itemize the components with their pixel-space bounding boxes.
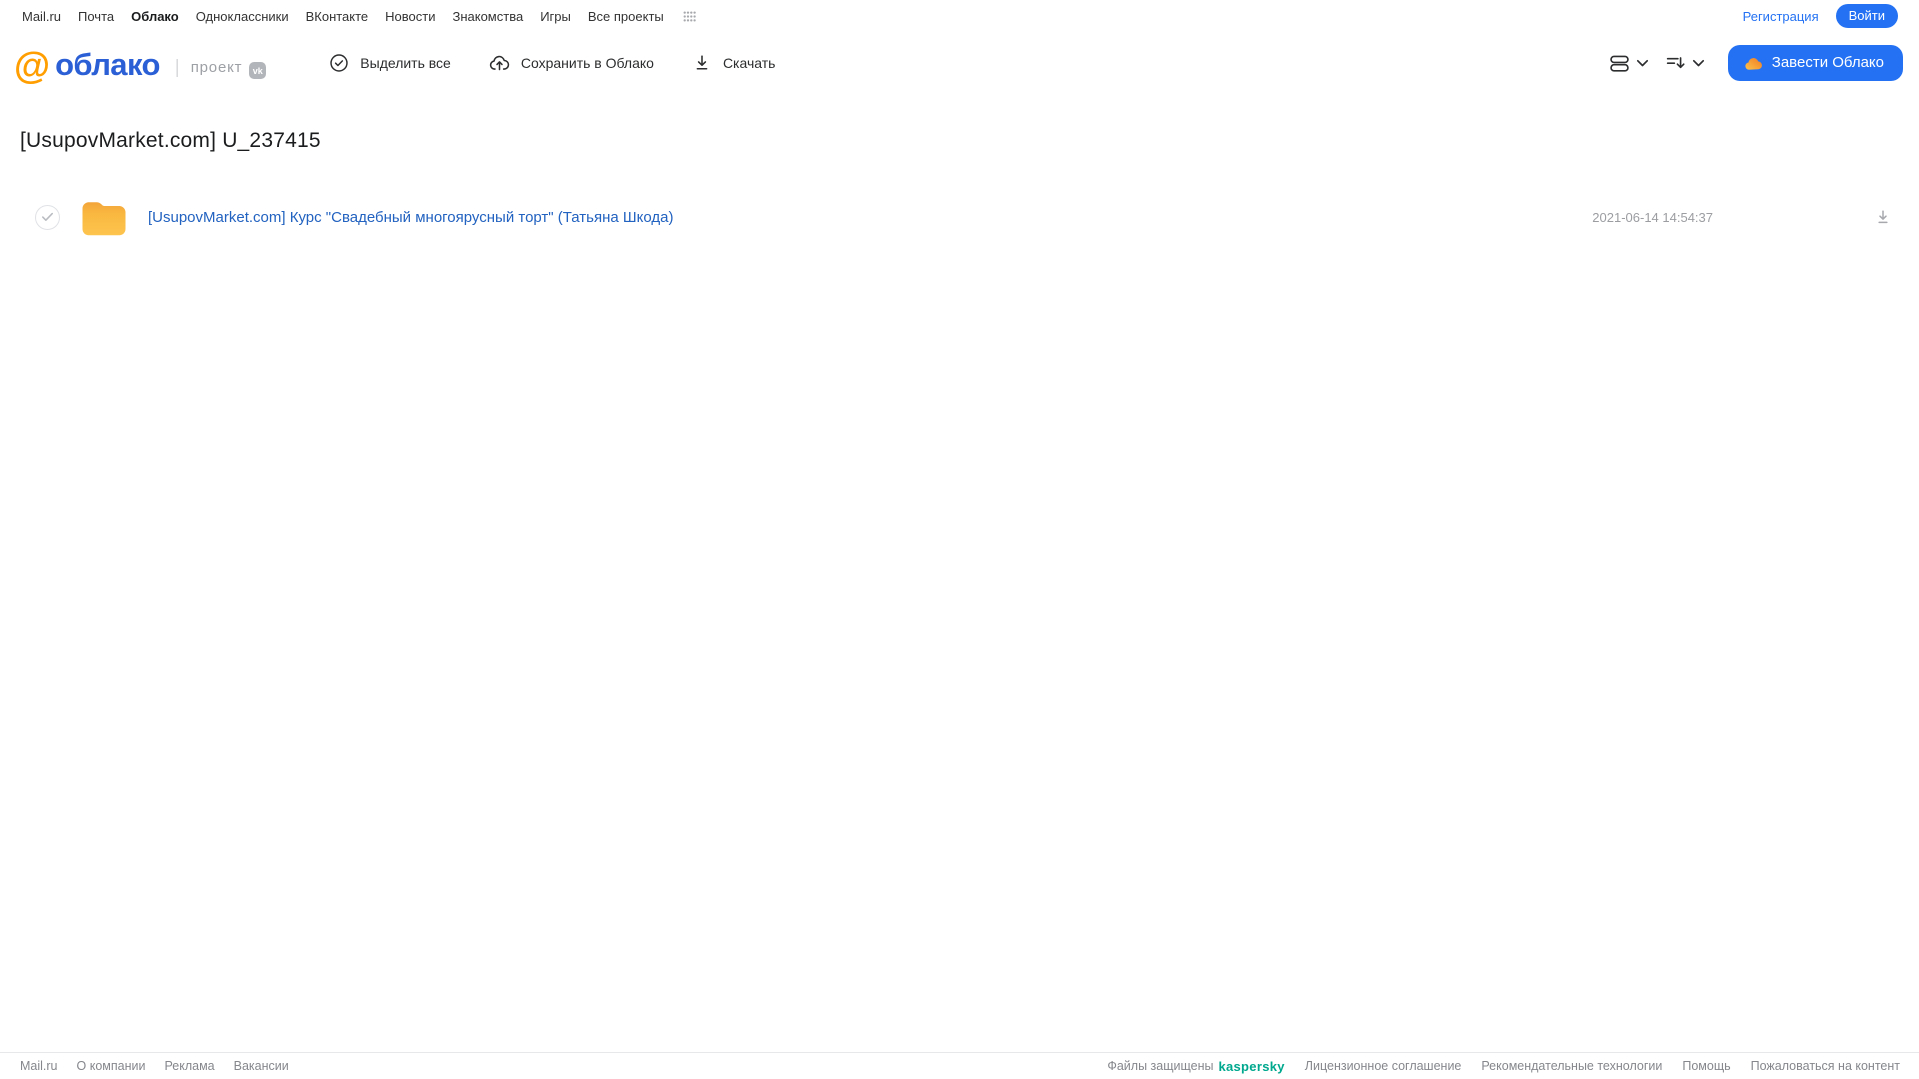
file-list: [UsupovMarket.com] Курс "Свадебный много… bbox=[0, 193, 1919, 241]
nav-vkontakte[interactable]: ВКонтакте bbox=[306, 9, 369, 24]
get-cloud-button[interactable]: Завести Облако bbox=[1727, 45, 1903, 81]
row-checkbox[interactable] bbox=[35, 204, 60, 230]
nav-mail[interactable]: Почта bbox=[78, 9, 114, 24]
footer-link-jobs[interactable]: Вакансии bbox=[234, 1059, 289, 1073]
nav-games[interactable]: Игры bbox=[540, 9, 571, 24]
main-content: [UsupovMarket.com] U_237415 [UsupovMarke… bbox=[0, 129, 1919, 241]
nav-dating[interactable]: Знакомства bbox=[452, 9, 523, 24]
footer-right-links: Файлы защищены kaspersky Лицензионное со… bbox=[1107, 1059, 1900, 1074]
file-name-link[interactable]: [UsupovMarket.com] Курс "Свадебный много… bbox=[148, 209, 673, 226]
nav-mailru[interactable]: Mail.ru bbox=[22, 9, 61, 24]
footer-link-license[interactable]: Лицензионное соглашение bbox=[1305, 1059, 1462, 1073]
footer-link-recommendations[interactable]: Рекомендательные технологии bbox=[1481, 1059, 1662, 1073]
chevron-down-icon bbox=[1636, 59, 1649, 68]
sort-icon bbox=[1664, 52, 1687, 75]
check-circle-icon bbox=[328, 52, 350, 74]
nav-odnoklassniki[interactable]: Одноклассники bbox=[196, 9, 289, 24]
save-to-cloud-label: Сохранить в Облако bbox=[520, 55, 654, 71]
download-icon bbox=[1878, 210, 1888, 224]
actions-toolbar: Выделить все Сохранить в Облако Скачать bbox=[328, 52, 775, 75]
download-button[interactable]: Скачать bbox=[691, 52, 776, 74]
cloud-logo[interactable]: @ облако | проект vk bbox=[14, 44, 267, 86]
list-view-icon bbox=[1608, 52, 1631, 75]
footer-link-report[interactable]: Пожаловаться на контент bbox=[1751, 1059, 1900, 1073]
file-row: [UsupovMarket.com] Курс "Свадебный много… bbox=[0, 193, 1919, 241]
row-download-button[interactable] bbox=[1873, 207, 1893, 227]
footer-link-ads[interactable]: Реклама bbox=[164, 1059, 214, 1073]
footer-left-links: Mail.ru О компании Реклама Вакансии bbox=[20, 1059, 289, 1073]
kaspersky-logo: kaspersky bbox=[1218, 1058, 1285, 1074]
folder-icon[interactable] bbox=[81, 198, 127, 236]
portal-topbar: Mail.ru Почта Облако Одноклассники ВКонт… bbox=[0, 0, 1919, 29]
cloud-header: @ облако | проект vk Выделить все Сохран… bbox=[0, 28, 1919, 98]
register-link[interactable]: Регистрация bbox=[1743, 9, 1819, 24]
footer: Mail.ru О компании Реклама Вакансии Файл… bbox=[0, 1052, 1919, 1079]
kaspersky-protected: Файлы защищены kaspersky bbox=[1107, 1059, 1284, 1074]
project-label: проект bbox=[190, 58, 243, 76]
cloud-upload-icon bbox=[488, 52, 511, 75]
view-mode-control[interactable] bbox=[1608, 52, 1649, 75]
nav-cloud[interactable]: Облако bbox=[131, 9, 179, 24]
get-cloud-label: Завести Облако bbox=[1771, 54, 1884, 71]
nav-all-projects[interactable]: Все проекты bbox=[588, 9, 664, 24]
file-modified-date: 2021-06-14 14:54:37 bbox=[1592, 209, 1713, 225]
save-to-cloud-button[interactable]: Сохранить в Облако bbox=[488, 52, 654, 75]
footer-link-help[interactable]: Помощь bbox=[1682, 1059, 1730, 1073]
page-title: [UsupovMarket.com] U_237415 bbox=[20, 129, 321, 152]
footer-link-mailru[interactable]: Mail.ru bbox=[20, 1059, 58, 1073]
select-all-label: Выделить все bbox=[360, 55, 451, 71]
download-label: Скачать bbox=[722, 55, 776, 71]
mailru-at-icon: @ bbox=[14, 44, 51, 86]
download-icon bbox=[691, 52, 713, 74]
header-right-controls: Завести Облако bbox=[1608, 45, 1903, 81]
checkmark-icon bbox=[42, 212, 54, 221]
vk-badge-icon: vk bbox=[249, 62, 267, 79]
footer-link-about[interactable]: О компании bbox=[77, 1059, 146, 1073]
sort-control[interactable] bbox=[1664, 52, 1705, 75]
login-button[interactable]: Войти bbox=[1835, 3, 1898, 29]
cloud-icon bbox=[1743, 55, 1763, 71]
nav-news[interactable]: Новости bbox=[385, 9, 435, 24]
portal-links: Mail.ru Почта Облако Одноклассники ВКонт… bbox=[22, 9, 696, 24]
select-all-button[interactable]: Выделить все bbox=[328, 52, 451, 74]
cloud-logo-text: облако bbox=[55, 46, 160, 82]
apps-grid-icon[interactable] bbox=[683, 10, 696, 22]
protected-label: Файлы защищены bbox=[1107, 1059, 1214, 1073]
portal-auth: Регистрация Войти bbox=[1743, 3, 1898, 29]
chevron-down-icon bbox=[1692, 59, 1705, 68]
logo-divider: | bbox=[174, 56, 180, 78]
